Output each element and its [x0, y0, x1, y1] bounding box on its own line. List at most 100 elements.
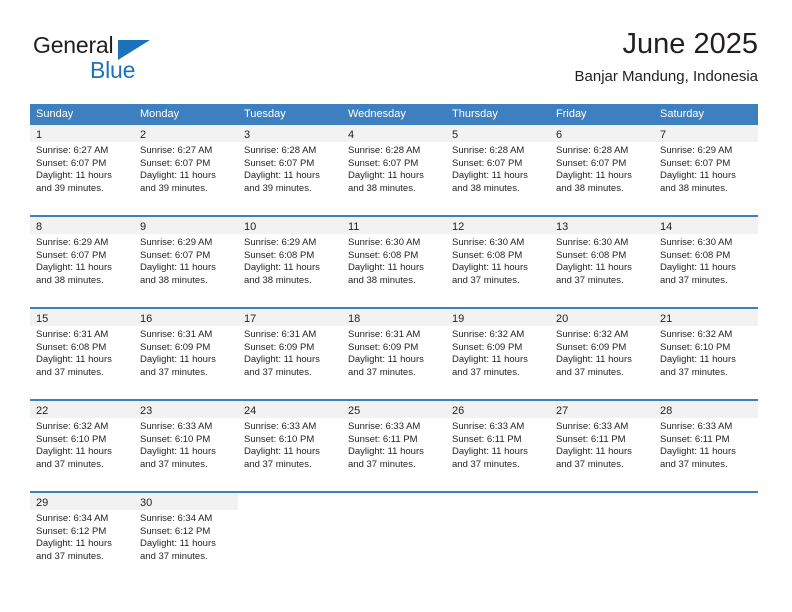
page-subtitle: Banjar Mandung, Indonesia [574, 68, 758, 85]
day-cell[interactable]: 1 Sunrise: 6:27 AM Sunset: 6:07 PM Daylight… [30, 125, 134, 208]
day-cell[interactable]: 3 Sunrise: 6:28 AM Sunset: 6:07 PM Daylight… [238, 125, 342, 208]
day-cell[interactable]: 16 Sunrise: 6:31 AM Sunset: 6:09 PM Dayligh… [134, 309, 238, 392]
day-details: Sunrise: 6:27 AM Sunset: 6:07 PM Daylight:… [30, 142, 134, 195]
day-cell[interactable]: 19 Sunrise: 6:32 AM Sunset: 6:09 PM Dayligh… [446, 309, 550, 392]
day-number: 6 [556, 129, 563, 141]
day-cell[interactable]: 11 Sunrise: 6:30 AM Sunset: 6:08 PM Dayligh… [342, 217, 446, 300]
day-number-band: 7 [654, 125, 758, 142]
day-cell[interactable]: 4 Sunrise: 6:28 AM Sunset: 6:07 PM Daylight… [342, 125, 446, 208]
day-details: Sunrise: 6:31 AM Sunset: 6:09 PM Daylight:… [134, 326, 238, 379]
day-cell[interactable]: 15 Sunrise: 6:31 AM Sunset: 6:08 PM Dayligh… [30, 309, 134, 392]
sunset-text: Sunset: 6:07 PM [140, 157, 211, 169]
daylight-text-line1: Daylight: 11 hours [348, 262, 424, 274]
day-number: 18 [348, 313, 361, 325]
day-cell[interactable]: 13 Sunrise: 6:30 AM Sunset: 6:08 PM Dayligh… [550, 217, 654, 300]
day-cell[interactable]: 22 Sunrise: 6:32 AM Sunset: 6:10 PM Dayligh… [30, 401, 134, 484]
day-cell[interactable]: 2 Sunrise: 6:27 AM Sunset: 6:07 PM Daylight… [134, 125, 238, 208]
daylight-text-line2: and 38 minutes. [348, 274, 416, 286]
sunrise-text: Sunrise: 6:28 AM [556, 145, 629, 156]
sunrise-text: Sunrise: 6:33 AM [140, 421, 213, 432]
daylight-text-line2: and 37 minutes. [140, 458, 208, 470]
day-cell[interactable]: 17 Sunrise: 6:31 AM Sunset: 6:09 PM Dayligh… [238, 309, 342, 392]
day-cell-empty [342, 493, 446, 576]
day-cell[interactable]: 21 Sunrise: 6:32 AM Sunset: 6:10 PM Dayligh… [654, 309, 758, 392]
daylight-text-line1: Daylight: 11 hours [36, 538, 112, 550]
day-details: Sunrise: 6:32 AM Sunset: 6:09 PM Daylight:… [550, 326, 654, 379]
daylight-text-line1: Daylight: 11 hours [140, 170, 216, 182]
day-cell[interactable]: 10 Sunrise: 6:29 AM Sunset: 6:08 PM Dayligh… [238, 217, 342, 300]
day-cell[interactable]: 14 Sunrise: 6:30 AM Sunset: 6:08 PM Dayligh… [654, 217, 758, 300]
daylight-text-line1: Daylight: 11 hours [36, 354, 112, 366]
calendar-weeks: 1 Sunrise: 6:27 AM Sunset: 6:07 PM Daylight… [30, 125, 758, 576]
day-details: Sunrise: 6:32 AM Sunset: 6:10 PM Daylight:… [654, 326, 758, 379]
sunset-text: Sunset: 6:11 PM [660, 433, 730, 445]
day-details: Sunrise: 6:28 AM Sunset: 6:07 PM Daylight:… [446, 142, 550, 195]
day-cell[interactable]: 26 Sunrise: 6:33 AM Sunset: 6:11 PM Dayligh… [446, 401, 550, 484]
weekday-header-sunday: Sunday [36, 108, 74, 120]
day-number: 10 [244, 221, 257, 233]
sunrise-text: Sunrise: 6:32 AM [556, 329, 629, 340]
day-number: 24 [244, 405, 257, 417]
sunrise-text: Sunrise: 6:32 AM [660, 329, 733, 340]
day-cell[interactable]: 25 Sunrise: 6:33 AM Sunset: 6:11 PM Dayligh… [342, 401, 446, 484]
daylight-text-line1: Daylight: 11 hours [660, 354, 736, 366]
day-number: 27 [556, 405, 569, 417]
day-number-band: 20 [550, 309, 654, 326]
logo-text-blue: Blue [90, 57, 136, 83]
day-cell[interactable]: 20 Sunrise: 6:32 AM Sunset: 6:09 PM Dayligh… [550, 309, 654, 392]
daylight-text-line2: and 37 minutes. [244, 366, 312, 378]
day-cell[interactable]: 5 Sunrise: 6:28 AM Sunset: 6:07 PM Daylight… [446, 125, 550, 208]
daylight-text-line1: Daylight: 11 hours [244, 354, 320, 366]
daylight-text-line1: Daylight: 11 hours [556, 170, 632, 182]
day-cell[interactable]: 7 Sunrise: 6:29 AM Sunset: 6:07 PM Daylight… [654, 125, 758, 208]
day-number-band: 8 [30, 217, 134, 234]
sunset-text: Sunset: 6:09 PM [244, 341, 315, 353]
day-cell[interactable]: 12 Sunrise: 6:30 AM Sunset: 6:08 PM Dayligh… [446, 217, 550, 300]
day-cell[interactable]: 27 Sunrise: 6:33 AM Sunset: 6:11 PM Dayligh… [550, 401, 654, 484]
daylight-text-line2: and 37 minutes. [452, 458, 520, 470]
daylight-text-line1: Daylight: 11 hours [660, 170, 736, 182]
weekday-header-wednesday: Wednesday [348, 108, 406, 120]
day-number-band: 29 [30, 493, 134, 510]
day-details: Sunrise: 6:28 AM Sunset: 6:07 PM Daylight:… [238, 142, 342, 195]
day-number-band: 23 [134, 401, 238, 418]
day-number: 7 [660, 129, 667, 141]
day-cell[interactable]: 29 Sunrise: 6:34 AM Sunset: 6:12 PM Dayligh… [30, 493, 134, 576]
day-number-band: 19 [446, 309, 550, 326]
day-number: 29 [36, 497, 49, 509]
day-cell[interactable]: 18 Sunrise: 6:31 AM Sunset: 6:09 PM Dayligh… [342, 309, 446, 392]
daylight-text-line1: Daylight: 11 hours [36, 262, 112, 274]
sunrise-text: Sunrise: 6:30 AM [556, 237, 629, 248]
day-number: 21 [660, 313, 673, 325]
daylight-text-line2: and 37 minutes. [556, 274, 624, 286]
day-cell[interactable]: 23 Sunrise: 6:33 AM Sunset: 6:10 PM Dayligh… [134, 401, 238, 484]
day-number-band: 10 [238, 217, 342, 234]
day-number-band: 30 [134, 493, 238, 510]
sunrise-text: Sunrise: 6:29 AM [36, 237, 109, 248]
sunrise-text: Sunrise: 6:30 AM [348, 237, 421, 248]
daylight-text-line2: and 37 minutes. [452, 366, 520, 378]
weekday-header-saturday: Saturday [660, 108, 705, 120]
day-details: Sunrise: 6:32 AM Sunset: 6:10 PM Daylight:… [30, 418, 134, 471]
general-blue-logo[interactable]: General Blue [33, 32, 163, 90]
day-cell[interactable]: 24 Sunrise: 6:33 AM Sunset: 6:10 PM Dayligh… [238, 401, 342, 484]
daylight-text-line2: and 37 minutes. [348, 458, 416, 470]
day-number-band: 15 [30, 309, 134, 326]
day-cell[interactable]: 6 Sunrise: 6:28 AM Sunset: 6:07 PM Daylight… [550, 125, 654, 208]
daylight-text-line2: and 37 minutes. [660, 274, 728, 286]
weekday-header-monday: Monday [140, 108, 180, 120]
day-number: 3 [244, 129, 251, 141]
day-cell[interactable]: 9 Sunrise: 6:29 AM Sunset: 6:07 PM Daylight… [134, 217, 238, 300]
day-details: Sunrise: 6:29 AM Sunset: 6:07 PM Daylight:… [654, 142, 758, 195]
day-cell[interactable]: 28 Sunrise: 6:33 AM Sunset: 6:11 PM Dayligh… [654, 401, 758, 484]
day-cell[interactable]: 30 Sunrise: 6:34 AM Sunset: 6:12 PM Dayligh… [134, 493, 238, 576]
day-number-band: 9 [134, 217, 238, 234]
sunset-text: Sunset: 6:07 PM [36, 157, 107, 169]
daylight-text-line2: and 37 minutes. [140, 366, 208, 378]
sunset-text: Sunset: 6:07 PM [348, 157, 419, 169]
daylight-text-line1: Daylight: 11 hours [660, 446, 736, 458]
day-number: 20 [556, 313, 569, 325]
daylight-text-line2: and 37 minutes. [660, 366, 728, 378]
day-cell[interactable]: 8 Sunrise: 6:29 AM Sunset: 6:07 PM Daylight… [30, 217, 134, 300]
sunset-text: Sunset: 6:08 PM [452, 249, 523, 261]
